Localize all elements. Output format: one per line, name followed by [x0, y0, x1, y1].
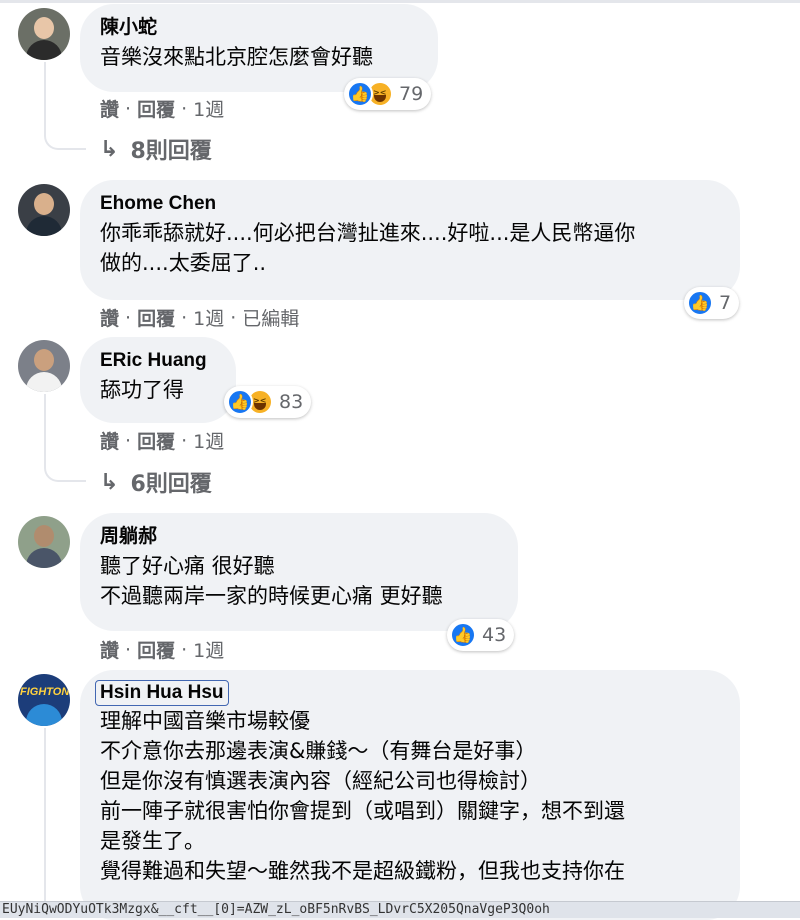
- timestamp[interactable]: 1週: [193, 95, 224, 122]
- commenter-name[interactable]: ERic Huang: [100, 347, 216, 375]
- like-icon: 👍: [347, 81, 373, 107]
- comment-actions: 讚 · 回覆 · 1週: [100, 636, 224, 663]
- reaction-count: 7: [719, 292, 732, 314]
- reply-button[interactable]: 回覆: [137, 636, 175, 663]
- thread-line: [44, 728, 46, 908]
- commenter-name[interactable]: Ehome Chen: [100, 190, 720, 218]
- view-replies-link[interactable]: ↳ 8則回覆: [100, 133, 212, 165]
- comment-bubble: Hsin Hua Hsu 理解中國音樂市場較優 不介意你去那邊表演&賺錢～（有舞…: [80, 670, 740, 920]
- comment-actions: 讚 · 回覆 · 1週 · 已編輯: [100, 304, 299, 331]
- separator: ·: [125, 429, 132, 452]
- commenter-name[interactable]: Hsin Hua Hsu: [95, 680, 229, 706]
- reply-button[interactable]: 回覆: [137, 95, 175, 122]
- comment-actions: 讚 · 回覆 · 1週: [100, 95, 224, 122]
- comment-text: 你乖乖舔就好....何必把台灣扯進來....好啦...是人民幣逼你 做的....…: [100, 221, 636, 275]
- reply-arrow-icon: ↳: [100, 136, 119, 162]
- status-bar-url: EUyNiQwODYuOTk3Mzgx&__cft__[0]=AZW_zL_oB…: [0, 901, 800, 918]
- comment-text: 理解中國音樂市場較優 不介意你去那邊表演&賺錢～（有舞台是好事） 但是你沒有慎選…: [100, 709, 625, 883]
- separator: ·: [230, 306, 237, 329]
- reaction-summary[interactable]: 👍 >< 79: [344, 78, 432, 110]
- comment-bubble: Ehome Chen 你乖乖舔就好....何必把台灣扯進來....好啦...是人…: [80, 180, 740, 300]
- comment-actions: 讚 · 回覆 · 1週: [100, 427, 224, 454]
- view-replies-link[interactable]: ↳ 6則回覆: [100, 466, 212, 498]
- avatar[interactable]: [18, 8, 70, 60]
- like-button[interactable]: 讚: [100, 427, 119, 454]
- separator: ·: [125, 638, 132, 661]
- like-button[interactable]: 讚: [100, 636, 119, 663]
- separator: ·: [181, 429, 188, 452]
- avatar[interactable]: FIGHTON: [18, 674, 70, 726]
- comment-text: 舔功了得: [100, 378, 184, 402]
- separator: ·: [181, 638, 188, 661]
- separator: ·: [125, 97, 132, 120]
- separator: ·: [181, 97, 188, 120]
- commenter-name[interactable]: 陳小蛇: [100, 14, 418, 42]
- like-icon: 👍: [227, 389, 253, 415]
- replies-count-label: 8則回覆: [130, 139, 212, 164]
- like-button[interactable]: 讚: [100, 304, 119, 331]
- timestamp[interactable]: 1週: [193, 304, 224, 331]
- avatar[interactable]: [18, 340, 70, 392]
- thread-connector: [44, 126, 86, 150]
- timestamp[interactable]: 1週: [193, 636, 224, 663]
- comment-text: 聽了好心痛 很好聽 不過聽兩岸一家的時候更心痛 更好聽: [100, 554, 443, 608]
- reply-arrow-icon: ↳: [100, 469, 119, 495]
- reply-button[interactable]: 回覆: [137, 427, 175, 454]
- timestamp[interactable]: 1週: [193, 427, 224, 454]
- separator: ·: [181, 306, 188, 329]
- reaction-summary[interactable]: 👍 7: [684, 287, 740, 319]
- reaction-summary[interactable]: 👍 >< 83: [224, 386, 312, 418]
- avatar[interactable]: [18, 516, 70, 568]
- reaction-count: 43: [482, 624, 507, 646]
- thread-connector: [44, 458, 86, 482]
- avatar-logo-text: FIGHTON: [20, 686, 70, 698]
- thread-line: [44, 62, 46, 128]
- reaction-count: 79: [399, 83, 424, 105]
- like-button[interactable]: 讚: [100, 95, 119, 122]
- reaction-count: 83: [279, 391, 304, 413]
- comment-bubble: 周躺郝 聽了好心痛 很好聽 不過聽兩岸一家的時候更心痛 更好聽: [80, 513, 518, 631]
- replies-count-label: 6則回覆: [130, 472, 212, 497]
- thread-line: [44, 394, 46, 460]
- top-divider: [0, 0, 800, 3]
- comment-bubble: ERic Huang 舔功了得: [80, 337, 236, 423]
- reply-button[interactable]: 回覆: [137, 304, 175, 331]
- separator: ·: [125, 306, 132, 329]
- like-icon: 👍: [450, 622, 476, 648]
- comment-text: 音樂沒來點北京腔怎麼會好聽: [100, 45, 373, 69]
- edited-label: 已編輯: [242, 308, 300, 330]
- like-icon: 👍: [687, 290, 713, 316]
- commenter-name[interactable]: 周躺郝: [100, 523, 498, 551]
- avatar[interactable]: [18, 184, 70, 236]
- reaction-summary[interactable]: 👍 43: [447, 619, 515, 651]
